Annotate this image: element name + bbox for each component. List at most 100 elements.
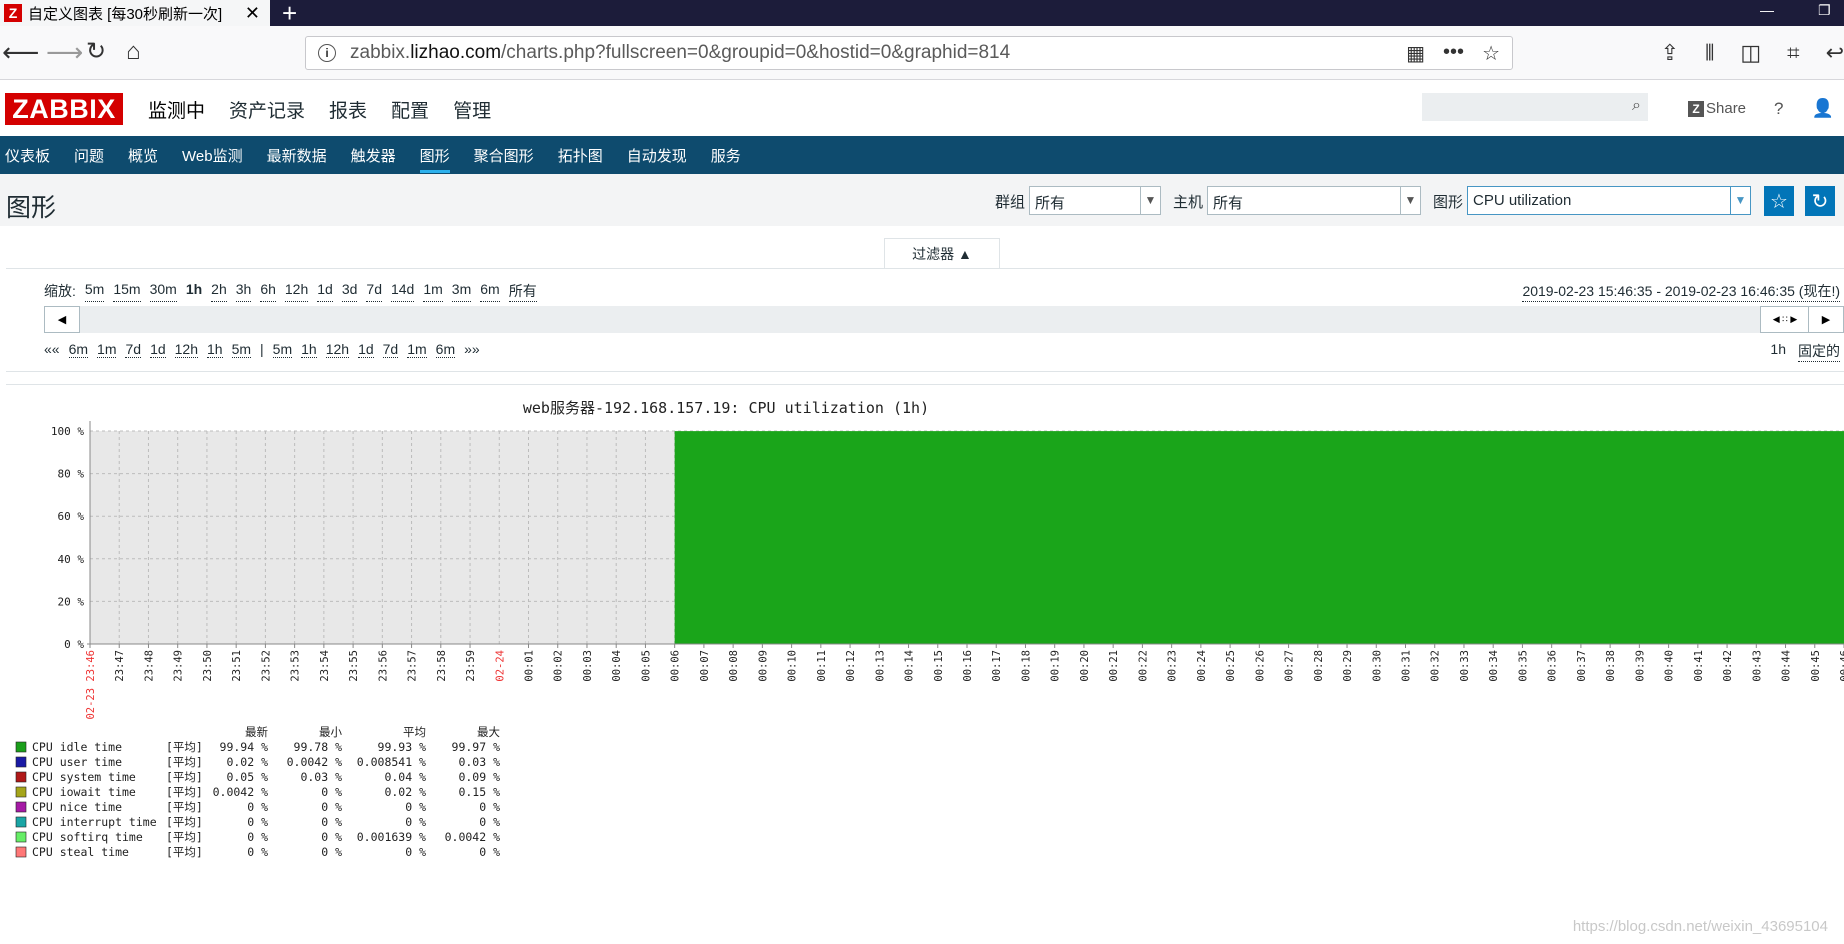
scroll-right-button[interactable]: ▶ <box>1808 306 1844 333</box>
url-bar[interactable]: i zabbix. lizhao.com/charts.php?fullscree… <box>305 36 1513 70</box>
browser-tab[interactable]: Z 自定义图表 [每30秒刷新一次] ✕ <box>0 0 270 26</box>
home-icon[interactable]: ⌂ <box>126 38 141 66</box>
graph-container: web服务器-192.168.157.19: CPU utilization (… <box>6 384 1844 944</box>
zoom-option[interactable]: 6h <box>260 281 276 302</box>
nav-back-option[interactable]: 1m <box>97 341 117 358</box>
back-icon[interactable]: ⟵ <box>2 38 39 66</box>
y-tick-label: 100 % <box>51 425 84 438</box>
user-profile-icon[interactable]: 👤 <box>1812 98 1834 119</box>
extension-icon[interactable]: ↩ <box>1826 40 1844 66</box>
nav-forward-option[interactable]: 1h <box>301 341 317 358</box>
reload-icon[interactable]: ↻ <box>86 38 106 66</box>
zoom-option[interactable]: 所有 <box>508 281 537 302</box>
subnav-discovery[interactable]: 自动发现 <box>627 145 687 166</box>
nav-forward-option[interactable]: 5m <box>272 341 293 358</box>
legend-series-name: CPU idle time <box>32 740 122 754</box>
screenshot-icon[interactable]: ⌗ <box>1787 40 1799 66</box>
zoom-option[interactable]: 14d <box>390 281 415 302</box>
x-tick-label: 00:32 <box>1430 650 1442 682</box>
time-range[interactable]: 2019-02-23 15:46:35 - 2019-02-23 16:46:3… <box>1522 281 1840 302</box>
x-tick-label: 00:44 <box>1781 650 1793 682</box>
refresh-button[interactable]: ↻ <box>1805 186 1835 216</box>
x-tick-label: 23:58 <box>436 650 448 682</box>
cpu-idle-area <box>674 431 1844 644</box>
nav-back-option[interactable]: 1h <box>207 341 223 358</box>
nav-back-option[interactable]: 1d <box>150 341 166 358</box>
subnav-triggers[interactable]: 触发器 <box>351 145 396 166</box>
nav-back-option[interactable]: 7d <box>125 341 142 358</box>
nav-forward-option[interactable]: 12h <box>325 341 350 358</box>
menu-reports[interactable]: 报表 <box>329 96 367 123</box>
zoom-option[interactable]: 3h <box>235 281 252 302</box>
subnav-web[interactable]: Web监测 <box>182 145 243 166</box>
subnav-overview[interactable]: 概览 <box>128 145 158 166</box>
x-tick-label: 00:27 <box>1284 650 1296 682</box>
new-tab-icon[interactable]: + <box>282 0 297 29</box>
pocket-icon[interactable]: ⇪ <box>1661 40 1679 66</box>
x-date-label: 02-24 <box>494 650 506 682</box>
scroll-handle[interactable]: ◀ ∷ ▶ <box>1760 306 1810 333</box>
subnav-services[interactable]: 服务 <box>711 145 741 166</box>
site-info-icon[interactable]: i <box>318 44 336 62</box>
zoom-option[interactable]: 12h <box>284 281 309 302</box>
x-tick-label: 00:34 <box>1488 650 1500 682</box>
menu-configuration[interactable]: 配置 <box>391 96 429 123</box>
nav-forward-option[interactable]: 6m <box>435 341 456 358</box>
menu-inventory[interactable]: 资产记录 <box>229 96 305 123</box>
help-icon[interactable]: ? <box>1774 99 1783 119</box>
forward-icon[interactable]: ⟶ <box>46 38 83 66</box>
zoom-option[interactable]: 3d <box>341 281 358 302</box>
tab-title: 自定义图表 [每30秒刷新一次] <box>28 5 223 23</box>
zoom-option[interactable]: 3m <box>451 281 472 302</box>
zabbix-logo[interactable]: ZABBIX <box>5 93 123 125</box>
nav-back-option[interactable]: 5m <box>231 341 252 358</box>
nav-forward-option[interactable]: 1m <box>407 341 427 358</box>
zoom-option[interactable]: 7d <box>366 281 382 302</box>
zoom-option[interactable]: 2h <box>211 281 227 302</box>
x-tick-label: 23:53 <box>290 650 302 682</box>
nav-back-option[interactable]: 6m <box>68 341 89 358</box>
subnav-screens[interactable]: 聚合图形 <box>474 145 534 166</box>
group-select[interactable]: 所有 ▼ <box>1029 186 1161 215</box>
nav-forward-option[interactable]: 7d <box>382 341 399 358</box>
zoom-option[interactable]: 5m <box>84 281 105 302</box>
zoom-option[interactable]: 6m <box>480 281 500 302</box>
scroll-left-button[interactable]: ◀ <box>44 306 80 333</box>
subnav-dashboard[interactable]: 仪表板 <box>5 145 50 166</box>
x-tick-label: 00:43 <box>1751 650 1763 682</box>
zoom-option[interactable]: 15m <box>113 281 141 302</box>
fixed-toggle[interactable]: 固定的 <box>1798 341 1840 362</box>
zoom-option[interactable]: 1m <box>423 281 443 302</box>
subnav-maps[interactable]: 拓扑图 <box>558 145 603 166</box>
time-scrollbar[interactable]: ◀ ◀ ∷ ▶ ▶ <box>44 306 1844 333</box>
add-to-favorites-button[interactable]: ☆ <box>1764 186 1794 216</box>
filter-tab[interactable]: 过滤器 ▲ <box>884 238 1000 269</box>
x-tick-label: 00:12 <box>845 650 857 682</box>
share-button[interactable]: Z Share <box>1688 100 1746 117</box>
host-select[interactable]: 所有 ▼ <box>1207 186 1421 215</box>
nav-forward-option[interactable]: 1d <box>358 341 374 358</box>
zoom-option[interactable]: 30m <box>149 281 177 302</box>
page-actions-icon[interactable]: ••• <box>1443 41 1464 66</box>
menu-monitoring[interactable]: 监测中 <box>148 96 205 123</box>
x-tick-label: 00:20 <box>1079 650 1091 682</box>
restore-icon[interactable]: ❐ <box>1818 2 1831 19</box>
subnav-latest-data[interactable]: 最新数据 <box>267 145 327 166</box>
search-icon[interactable]: ⌕ <box>1632 97 1641 115</box>
nav-back-option[interactable]: 12h <box>174 341 198 358</box>
zoom-option[interactable]: 1d <box>317 281 333 302</box>
search-input[interactable]: ⌕ <box>1422 93 1648 121</box>
subnav-problems[interactable]: 问题 <box>74 145 104 166</box>
cpu-utilization-graph[interactable]: web服务器-192.168.157.19: CPU utilization (… <box>6 385 1844 944</box>
graph-select[interactable]: CPU utilization ▼ <box>1467 186 1751 215</box>
zoom-option[interactable]: 1h <box>186 281 202 302</box>
qr-code-icon[interactable]: ▦ <box>1406 41 1425 66</box>
library-icon[interactable]: ⫴ <box>1705 40 1714 66</box>
legend-swatch <box>15 831 27 843</box>
menu-administration[interactable]: 管理 <box>453 96 491 123</box>
bookmark-star-icon[interactable]: ☆ <box>1482 41 1500 66</box>
sidebar-icon[interactable]: ◫ <box>1740 40 1761 66</box>
minimize-icon[interactable]: — <box>1760 2 1774 18</box>
subnav-graphs[interactable]: 图形 <box>419 145 450 173</box>
close-tab-icon[interactable]: ✕ <box>245 3 260 24</box>
